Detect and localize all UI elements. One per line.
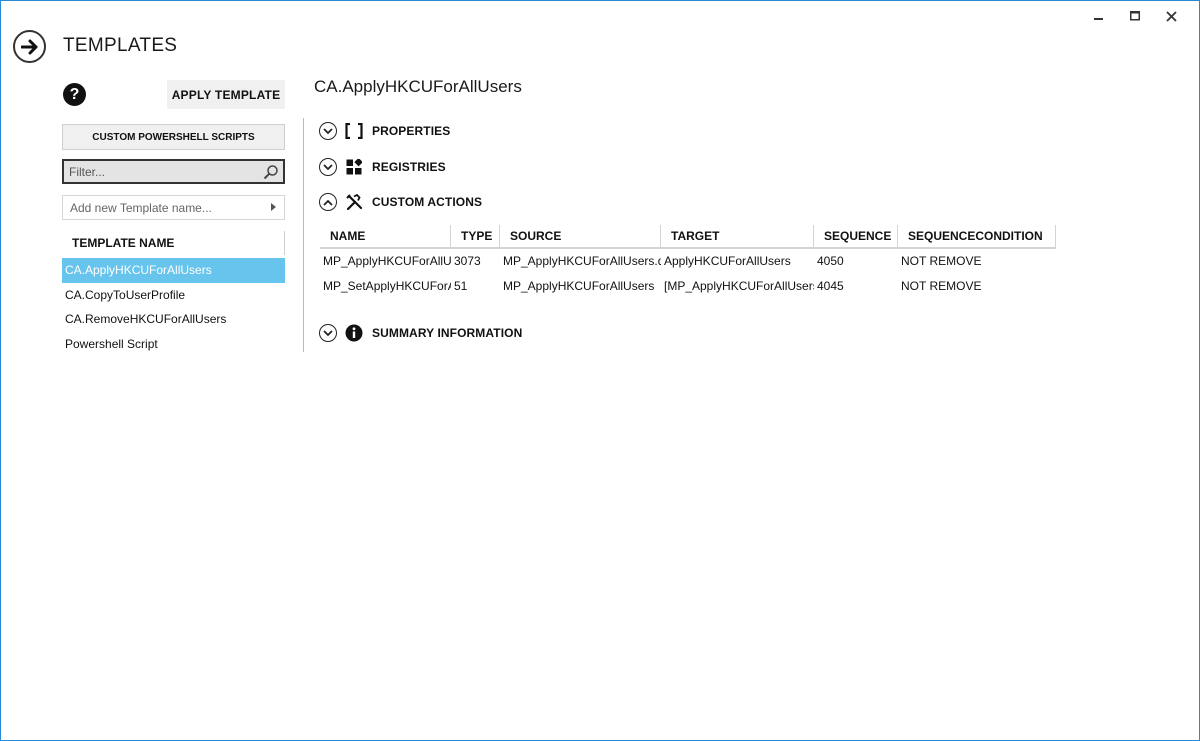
cell-source: MP_ApplyHKCUForAllUsers	[503, 278, 655, 293]
table-row[interactable]: MP_SetApplyHKCUForAllUsers 51 MP_ApplyHK…	[320, 274, 1056, 299]
panel-divider[interactable]	[303, 118, 304, 352]
template-detail-title: CA.ApplyHKCUForAllUsers	[314, 77, 522, 96]
cell-type: 3073	[454, 254, 481, 268]
section-label: SUMMARY INFORMATION	[372, 326, 523, 340]
section-label: REGISTRIES	[372, 160, 446, 174]
chevron-down-icon[interactable]	[319, 158, 337, 176]
section-label: CUSTOM ACTIONS	[372, 195, 483, 209]
column-header-source[interactable]: SOURCE	[500, 225, 661, 247]
window-controls	[1081, 7, 1189, 25]
add-template-input[interactable]	[63, 200, 258, 215]
cell-target: [MP_ApplyHKCUForAllUsers]	[664, 278, 814, 293]
filter-field	[62, 159, 285, 184]
cell-target: ApplyHKCUForAllUsers	[664, 254, 791, 268]
section-summary-information[interactable]: SUMMARY INFORMATION	[319, 323, 522, 343]
blocks-icon	[345, 158, 363, 176]
cell-sequence: 4050	[817, 254, 844, 268]
template-list-item[interactable]: CA.CopyToUserProfile	[62, 283, 285, 308]
table-header: NAME TYPE SOURCE TARGET SEQUENCE SEQUENC…	[320, 225, 1056, 249]
cell-sequence: 4045	[817, 278, 844, 293]
template-list: CA.ApplyHKCUForAllUsers CA.CopyToUserPro…	[62, 258, 285, 356]
back-button[interactable]	[13, 30, 46, 63]
chevron-down-icon[interactable]	[319, 324, 337, 342]
brackets-icon	[345, 122, 363, 140]
template-list-item[interactable]: CA.ApplyHKCUForAllUsers	[62, 258, 285, 283]
cell-name: MP_SetApplyHKCUForAllUsers	[323, 278, 451, 293]
cell-sequencecondition: NOT REMOVE	[901, 254, 982, 268]
add-template-field	[62, 195, 285, 220]
tools-icon	[345, 193, 363, 211]
search-icon[interactable]	[263, 164, 279, 185]
minimize-icon	[1094, 18, 1103, 20]
close-button[interactable]	[1153, 7, 1189, 25]
custom-powershell-scripts-button[interactable]: CUSTOM POWERSHELL SCRIPTS	[62, 124, 285, 150]
page-title: TEMPLATES	[63, 35, 178, 56]
column-header-sequencecondition[interactable]: SEQUENCECONDITION	[898, 225, 1056, 247]
column-header-sequence[interactable]: SEQUENCE	[814, 225, 898, 247]
cell-name: MP_ApplyHKCUForAllUsers	[323, 254, 451, 268]
chevron-down-icon[interactable]	[319, 122, 337, 140]
close-icon	[1165, 10, 1177, 22]
maximize-icon	[1130, 11, 1140, 21]
app-window: TEMPLATES ? APPLY TEMPLATE CUSTOM POWERS…	[0, 0, 1200, 741]
filter-input[interactable]	[64, 164, 254, 179]
cell-type: 51	[454, 278, 468, 293]
column-header-target[interactable]: TARGET	[661, 225, 814, 247]
minimize-button[interactable]	[1081, 7, 1117, 25]
table-row[interactable]: MP_ApplyHKCUForAllUsers 3073 MP_ApplyHKC…	[320, 249, 1056, 274]
arrow-right-icon	[20, 39, 37, 54]
cell-sequencecondition: NOT REMOVE	[901, 278, 982, 293]
section-properties[interactable]: PROPERTIES	[319, 121, 450, 141]
section-custom-actions[interactable]: CUSTOM ACTIONS	[319, 192, 482, 212]
cell-source: MP_ApplyHKCUForAllUsers.dll	[503, 254, 661, 268]
add-template-arrow-icon[interactable]	[271, 203, 276, 211]
column-header-type[interactable]: TYPE	[451, 225, 500, 247]
help-icon[interactable]: ?	[63, 83, 86, 106]
section-label: PROPERTIES	[372, 124, 451, 138]
section-registries[interactable]: REGISTRIES	[319, 157, 446, 177]
column-header-name[interactable]: NAME	[320, 225, 451, 247]
apply-template-button[interactable]: APPLY TEMPLATE	[167, 80, 285, 109]
info-icon	[345, 324, 363, 342]
template-list-item[interactable]: CA.RemoveHKCUForAllUsers	[62, 307, 285, 332]
template-list-item[interactable]: Powershell Script	[62, 332, 285, 357]
custom-actions-table: NAME TYPE SOURCE TARGET SEQUENCE SEQUENC…	[320, 225, 1056, 298]
template-name-column-header[interactable]: TEMPLATE NAME	[62, 231, 285, 255]
chevron-up-icon[interactable]	[319, 193, 337, 211]
maximize-button[interactable]	[1117, 7, 1153, 25]
